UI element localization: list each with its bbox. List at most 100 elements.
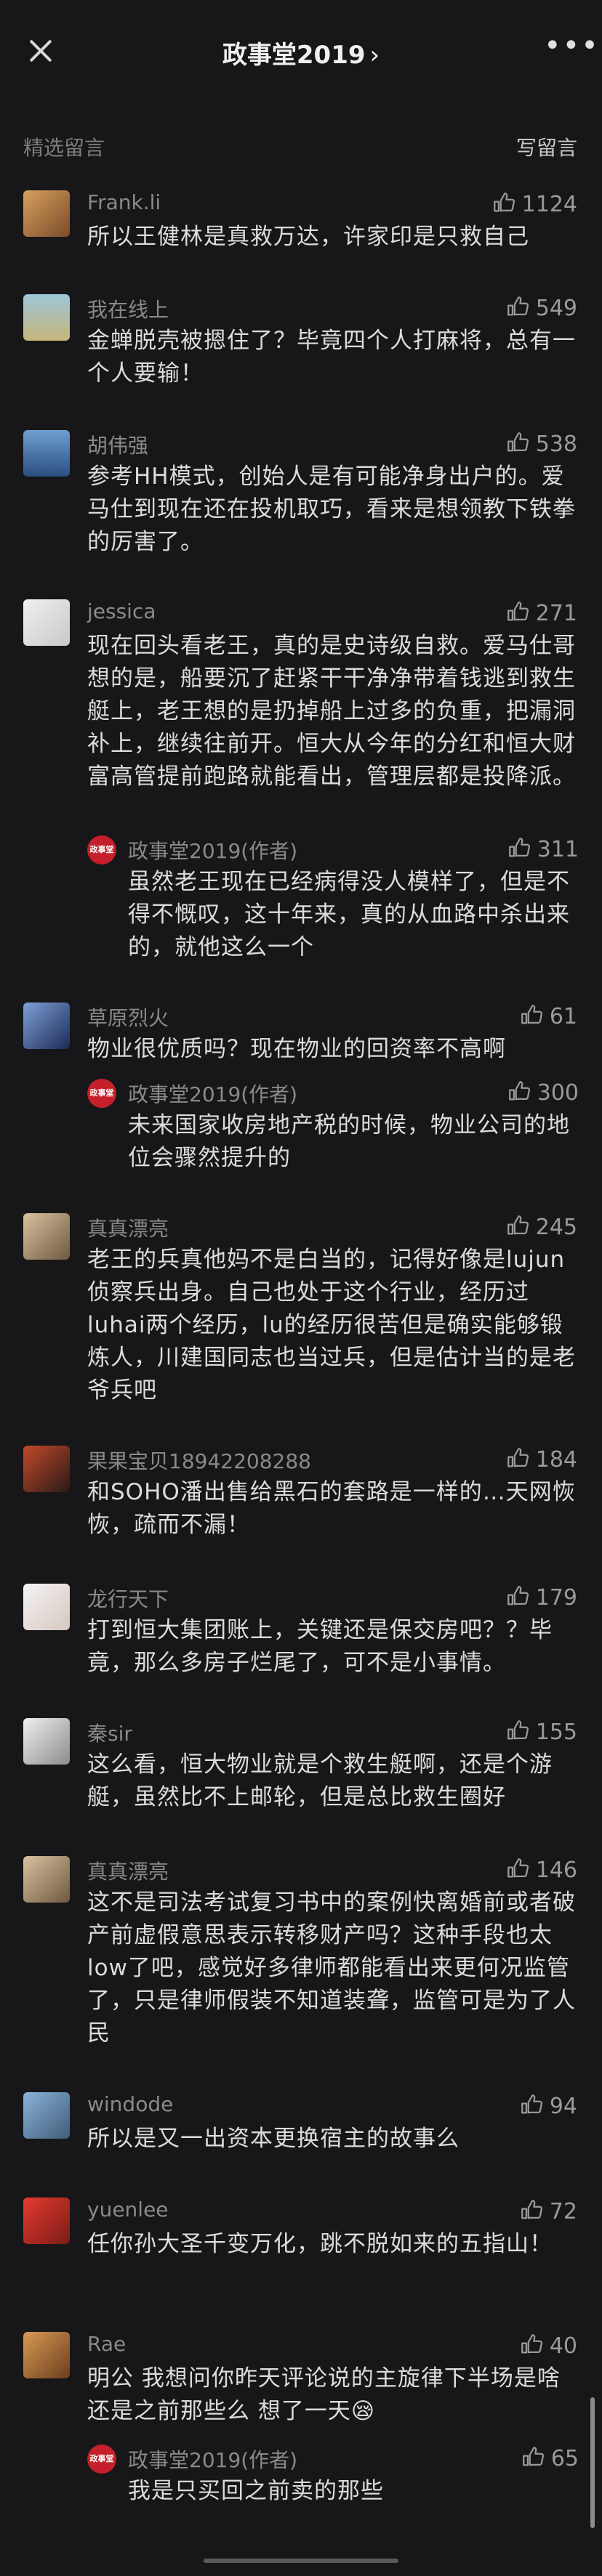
reply-like-count: 300 (537, 1080, 579, 1106)
reply-like-button[interactable]: 300 (507, 1079, 579, 1106)
like-count: 538 (535, 432, 577, 457)
commenter-name: 真真漂亮 (87, 1217, 169, 1241)
chevron-right-icon: › (369, 41, 380, 70)
avatar[interactable] (23, 2198, 70, 2244)
avatar[interactable] (23, 2332, 70, 2378)
like-button[interactable]: 271 (505, 599, 577, 626)
like-count: 271 (535, 601, 577, 626)
page-title[interactable]: 政事堂2019 › (0, 35, 602, 70)
commenter-name: Rae (87, 2332, 127, 2356)
thumbs-up-icon (519, 2092, 544, 2117)
commenter-name: yuenlee (87, 2198, 169, 2221)
like-button[interactable]: 146 (505, 1856, 577, 1883)
like-button[interactable]: 94 (519, 2092, 577, 2119)
comment-text: 参考HH模式，创始人是有可能净身出户的。爱马仕到现在还在投机取巧，看来是想领教下… (87, 463, 576, 555)
commenter-name: 胡伟强 (87, 434, 149, 458)
comment-text: 打到恒大集团账上，关键还是保交房吧？？毕竟，那么多房子烂尾了，可不是小事情。 (87, 1617, 553, 1676)
comment-text: 所以是又一出资本更换宿主的故事么 (87, 2126, 459, 2152)
comment-text: 明公 我想问你昨天评论说的主旋律下半场是啥 还是之前那些么 想了一天😪 (87, 2365, 561, 2424)
thumbs-up-icon (505, 430, 530, 455)
reply-like-count: 311 (537, 837, 579, 862)
like-count: 549 (535, 296, 577, 321)
comment-text: 所以王健林是真救万达，许家印是只救自己 (87, 224, 529, 250)
commenter-name: 草原烈火 (87, 1006, 169, 1030)
reply-like-button[interactable]: 65 (521, 2445, 579, 2471)
like-button[interactable]: 549 (505, 294, 577, 321)
commenter-name: Frank.li (87, 190, 161, 214)
like-count: 245 (535, 1215, 577, 1240)
thumbs-up-icon (491, 190, 516, 215)
comment-text: 现在回头看老王，真的是史诗级自救。爱马仕哥想的是，船要沉了赶紧干干净净带着钱逃到… (87, 633, 576, 790)
thumbs-up-icon (505, 1718, 530, 1743)
like-button[interactable]: 61 (519, 1003, 577, 1029)
avatar[interactable] (23, 2092, 70, 2139)
thumbs-up-icon (505, 1213, 530, 1238)
avatar[interactable] (23, 1856, 70, 1903)
thumbs-up-icon (505, 599, 530, 624)
thumbs-up-icon (519, 2198, 544, 2222)
thumbs-up-icon (507, 835, 531, 860)
like-button[interactable]: 72 (519, 2198, 577, 2224)
comments-header: 精选留言 写留言 (0, 128, 602, 164)
like-count: 40 (549, 2333, 577, 2359)
comment-text: 物业很优质吗？现在物业的回资率不高啊 (87, 1036, 506, 1062)
like-count: 155 (535, 1720, 577, 1745)
avatar[interactable] (23, 599, 70, 646)
commenter-name: 真真漂亮 (87, 1860, 169, 1884)
reply-author-name: 政事堂2019(作者) (128, 839, 298, 863)
home-indicator[interactable] (204, 2559, 398, 2563)
avatar[interactable] (23, 430, 70, 477)
thumbs-up-icon (507, 1079, 531, 1103)
author-avatar[interactable]: 政事堂 (87, 1079, 116, 1108)
like-button[interactable]: 538 (505, 430, 577, 457)
like-button[interactable]: 1124 (491, 190, 577, 217)
reply-like-button[interactable]: 311 (507, 835, 579, 862)
thumbs-up-icon (505, 1856, 530, 1881)
avatar[interactable] (23, 1213, 70, 1260)
like-count: 179 (535, 1585, 577, 1611)
commenter-name: 秦sir (87, 1722, 132, 1746)
commenter-name: 果果宝贝18942208288 (87, 1449, 311, 1473)
thumbs-up-icon (505, 1584, 530, 1608)
like-button[interactable]: 155 (505, 1718, 577, 1745)
commenter-name: 龙行天下 (87, 1587, 169, 1611)
author-avatar[interactable]: 政事堂 (87, 2445, 116, 2474)
scrollbar[interactable] (590, 2397, 595, 2528)
like-count: 146 (535, 1858, 577, 1883)
reply-text: 我是只买回之前卖的那些 (128, 2478, 384, 2504)
reply-text: 未来国家收房地产税的时候，物业公司的地位会骤然提升的 (128, 1112, 570, 1171)
author-avatar[interactable]: 政事堂 (87, 835, 116, 864)
comment-text: 任你孙大圣千变万化，跳不脱如来的五指山！ (87, 2231, 553, 2257)
avatar[interactable] (23, 1003, 70, 1049)
avatar[interactable] (23, 1446, 70, 1492)
thumbs-up-icon (505, 294, 530, 319)
like-button[interactable]: 179 (505, 1584, 577, 1611)
avatar[interactable] (23, 190, 70, 237)
reply-like-count: 65 (550, 2446, 579, 2471)
reply-author-name: 政事堂2019(作者) (128, 1082, 298, 1106)
commenter-name: windode (87, 2092, 174, 2116)
like-count: 184 (535, 1447, 577, 1473)
write-comment-button[interactable]: 写留言 (516, 132, 577, 161)
like-count: 72 (549, 2199, 577, 2224)
comment-text: 和SOHO潘出售给黑石的套路是一样的…天网恢恢，疏而不漏！ (87, 1479, 576, 1538)
thumbs-up-icon (521, 2445, 545, 2469)
like-button[interactable]: 40 (519, 2332, 577, 2359)
like-button[interactable]: 245 (505, 1213, 577, 1240)
comment-text: 老王的兵真他妈不是白当的，记得好像是lujun侦察兵出身。自己也处于这个行业，经… (87, 1247, 576, 1404)
comment-text: 这么看，恒大物业就是个救生艇啊，还是个游艇，虽然比不上邮轮，但是总比救生圈好 (87, 1751, 553, 1810)
featured-comments-label: 精选留言 (23, 136, 105, 160)
like-count: 61 (549, 1004, 577, 1029)
avatar[interactable] (23, 1584, 70, 1630)
reply-author-name: 政事堂2019(作者) (128, 2448, 298, 2472)
reply-text: 虽然老王现在已经病得没人模样了，但是不得不慨叹，这十年来，真的从血路中杀出来的，… (128, 869, 570, 960)
avatar[interactable] (23, 294, 70, 341)
thumbs-up-icon (505, 1446, 530, 1470)
thumbs-up-icon (519, 2332, 544, 2357)
comment-text: 金蝉脱壳被摁住了？毕竟四个人打麻将，总有一个人要输！ (87, 328, 576, 386)
more-icon[interactable]: ••• (544, 31, 598, 61)
like-button[interactable]: 184 (505, 1446, 577, 1473)
avatar[interactable] (23, 1718, 70, 1765)
commenter-name: 我在线上 (87, 298, 169, 322)
commenter-name: jessica (87, 599, 156, 623)
